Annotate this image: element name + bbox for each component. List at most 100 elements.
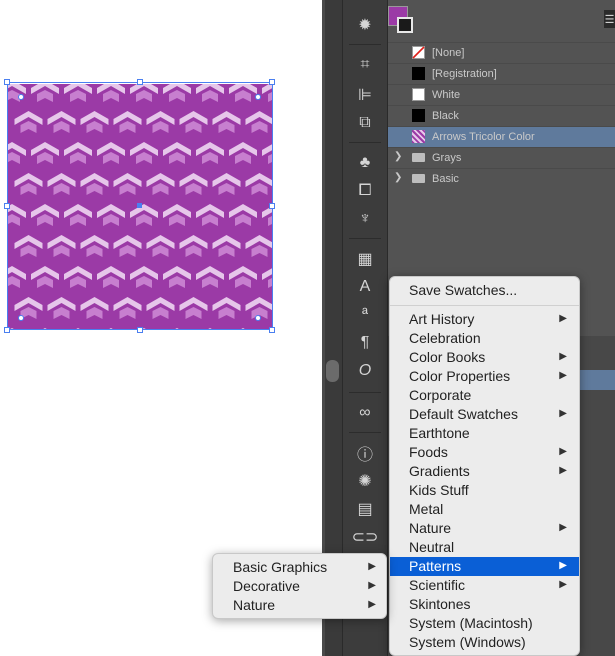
paragraph-style-icon[interactable]: ª	[343, 300, 387, 330]
white-swatch-chip	[412, 88, 425, 101]
resize-handle-bottom-right[interactable]	[269, 327, 275, 333]
sun-icon[interactable]: ✹	[343, 10, 387, 40]
resize-handle-left[interactable]	[4, 203, 10, 209]
corner-widget-bottom-right[interactable]	[255, 315, 261, 321]
registration-swatch-chip	[412, 67, 425, 80]
menu-item-label: Earthtone	[409, 425, 470, 441]
menu-item-label: Neutral	[409, 539, 455, 555]
transform-icon[interactable]: ⧠	[343, 176, 387, 206]
menu-item-color-books[interactable]: Color Books ▶	[390, 348, 579, 367]
toolbar-divider	[349, 44, 381, 45]
swatch-row-registration[interactable]: [Registration]	[388, 63, 615, 84]
chevron-right-icon[interactable]: ❯	[394, 172, 402, 183]
triangle-right-icon: ▶	[559, 370, 567, 381]
toolbar-divider	[349, 392, 381, 393]
menu-item-label: Skintones	[409, 596, 471, 612]
paragraph-icon[interactable]: ¶	[343, 328, 387, 358]
align-icon[interactable]: ⊫	[343, 80, 387, 110]
triangle-right-icon: ▶	[559, 560, 567, 571]
character-icon[interactable]: A	[343, 272, 387, 302]
triangle-right-icon: ▶	[559, 351, 567, 362]
document-info-icon[interactable]: ▤	[343, 494, 387, 524]
brush-icon[interactable]: ♆	[343, 204, 387, 234]
menu-item-save-swatches[interactable]: Save Swatches...	[390, 281, 579, 300]
resize-handle-right[interactable]	[269, 203, 275, 209]
corner-widget-top-left[interactable]	[18, 94, 24, 100]
pathfinder-icon[interactable]: ⧉	[343, 108, 387, 138]
menu-item-skintones[interactable]: Skintones	[390, 595, 579, 614]
triangle-right-icon: ▶	[559, 408, 567, 419]
panel-resize-handle[interactable]	[326, 360, 339, 382]
toolbar-divider	[349, 432, 381, 433]
crop-icon[interactable]: ⌗	[343, 50, 387, 80]
swatch-folder-basic[interactable]: ❯ Basic	[388, 168, 615, 189]
fill-stroke-widget[interactable]	[388, 6, 418, 36]
menu-item-nature[interactable]: Nature ▶	[390, 519, 579, 538]
submenu-item-label: Basic Graphics	[233, 559, 328, 575]
menu-item-kids-stuff[interactable]: Kids Stuff	[390, 481, 579, 500]
toolbar-divider	[349, 142, 381, 143]
submenu-item-label: Decorative	[233, 578, 300, 594]
center-point	[137, 203, 142, 208]
triangle-right-icon: ▶	[368, 599, 376, 610]
menu-item-earthtone[interactable]: Earthtone	[390, 424, 579, 443]
triangle-right-icon: ▶	[559, 446, 567, 457]
menu-item-label: Color Books	[409, 349, 486, 365]
menu-item-system-macintosh[interactable]: System (Macintosh)	[390, 614, 579, 633]
swatch-label: [None]	[432, 47, 465, 59]
submenu-item-basic-graphics[interactable]: Basic Graphics ▶	[213, 558, 386, 577]
swatch-row-arrows-tricolor[interactable]: Arrows Tricolor Color	[388, 126, 615, 147]
triangle-right-icon: ▶	[368, 580, 376, 591]
menu-item-neutral[interactable]: Neutral	[390, 538, 579, 557]
menu-item-corporate[interactable]: Corporate	[390, 386, 579, 405]
swatch-row-black[interactable]: Black	[388, 105, 615, 126]
symbols-icon[interactable]: ♣	[343, 148, 387, 178]
menu-item-celebration[interactable]: Celebration	[390, 329, 579, 348]
opentype-icon[interactable]: O	[343, 356, 387, 386]
menu-item-label: Scientific	[409, 577, 466, 593]
swatch-label: [Registration]	[432, 68, 497, 80]
stroke-swatch[interactable]	[397, 17, 413, 33]
patterns-submenu: Basic Graphics ▶ Decorative ▶ Nature ▶	[212, 553, 387, 619]
menu-item-patterns[interactable]: Patterns ▶	[390, 557, 579, 576]
chevron-right-icon[interactable]: ❯	[394, 151, 402, 162]
resize-handle-bottom-left[interactable]	[4, 327, 10, 333]
menu-item-label: Default Swatches	[409, 406, 518, 422]
links-icon[interactable]: ⊂⊃	[343, 522, 387, 552]
submenu-item-decorative[interactable]: Decorative ▶	[213, 577, 386, 596]
menu-item-label: Corporate	[409, 387, 472, 403]
menu-item-system-windows[interactable]: System (Windows)	[390, 633, 579, 652]
menu-item-default-swatches[interactable]: Default Swatches ▶	[390, 405, 579, 424]
navigator-icon[interactable]: ✺	[343, 466, 387, 496]
submenu-item-nature[interactable]: Nature ▶	[213, 596, 386, 615]
folder-label: Basic	[432, 173, 459, 185]
menu-item-scientific[interactable]: Scientific ▶	[390, 576, 579, 595]
resize-handle-top[interactable]	[137, 79, 143, 85]
swatch-label: Black	[432, 110, 459, 122]
resize-handle-top-right[interactable]	[269, 79, 275, 85]
menu-item-metal[interactable]: Metal	[390, 500, 579, 519]
triangle-right-icon: ▶	[559, 522, 567, 533]
menu-item-label: Nature	[409, 520, 452, 536]
creative-cloud-icon[interactable]: ∞	[343, 398, 387, 428]
resize-handle-bottom[interactable]	[137, 327, 143, 333]
layers-icon[interactable]: ▦	[343, 244, 387, 274]
swatch-folder-grays[interactable]: ❯ Grays	[388, 147, 615, 168]
menu-item-gradients[interactable]: Gradients ▶	[390, 462, 579, 481]
triangle-right-icon: ▶	[559, 313, 567, 324]
folder-icon	[412, 174, 425, 183]
resize-handle-top-left[interactable]	[4, 79, 10, 85]
menu-item-label: System (Macintosh)	[409, 615, 533, 631]
menu-item-art-history[interactable]: Art History ▶	[390, 310, 579, 329]
info-icon[interactable]: ⓘ	[343, 438, 387, 468]
corner-widget-bottom-left[interactable]	[18, 315, 24, 321]
menu-item-foods[interactable]: Foods ▶	[390, 443, 579, 462]
panel-menu-icon[interactable]: ☰	[604, 10, 615, 28]
swatch-row-white[interactable]: White	[388, 84, 615, 105]
menu-item-color-properties[interactable]: Color Properties ▶	[390, 367, 579, 386]
black-swatch-chip	[412, 109, 425, 122]
menu-item-label: System (Windows)	[409, 634, 526, 650]
corner-widget-top-right[interactable]	[255, 94, 261, 100]
folder-label: Grays	[432, 152, 462, 164]
swatch-row-none[interactable]: [None]	[388, 42, 615, 63]
